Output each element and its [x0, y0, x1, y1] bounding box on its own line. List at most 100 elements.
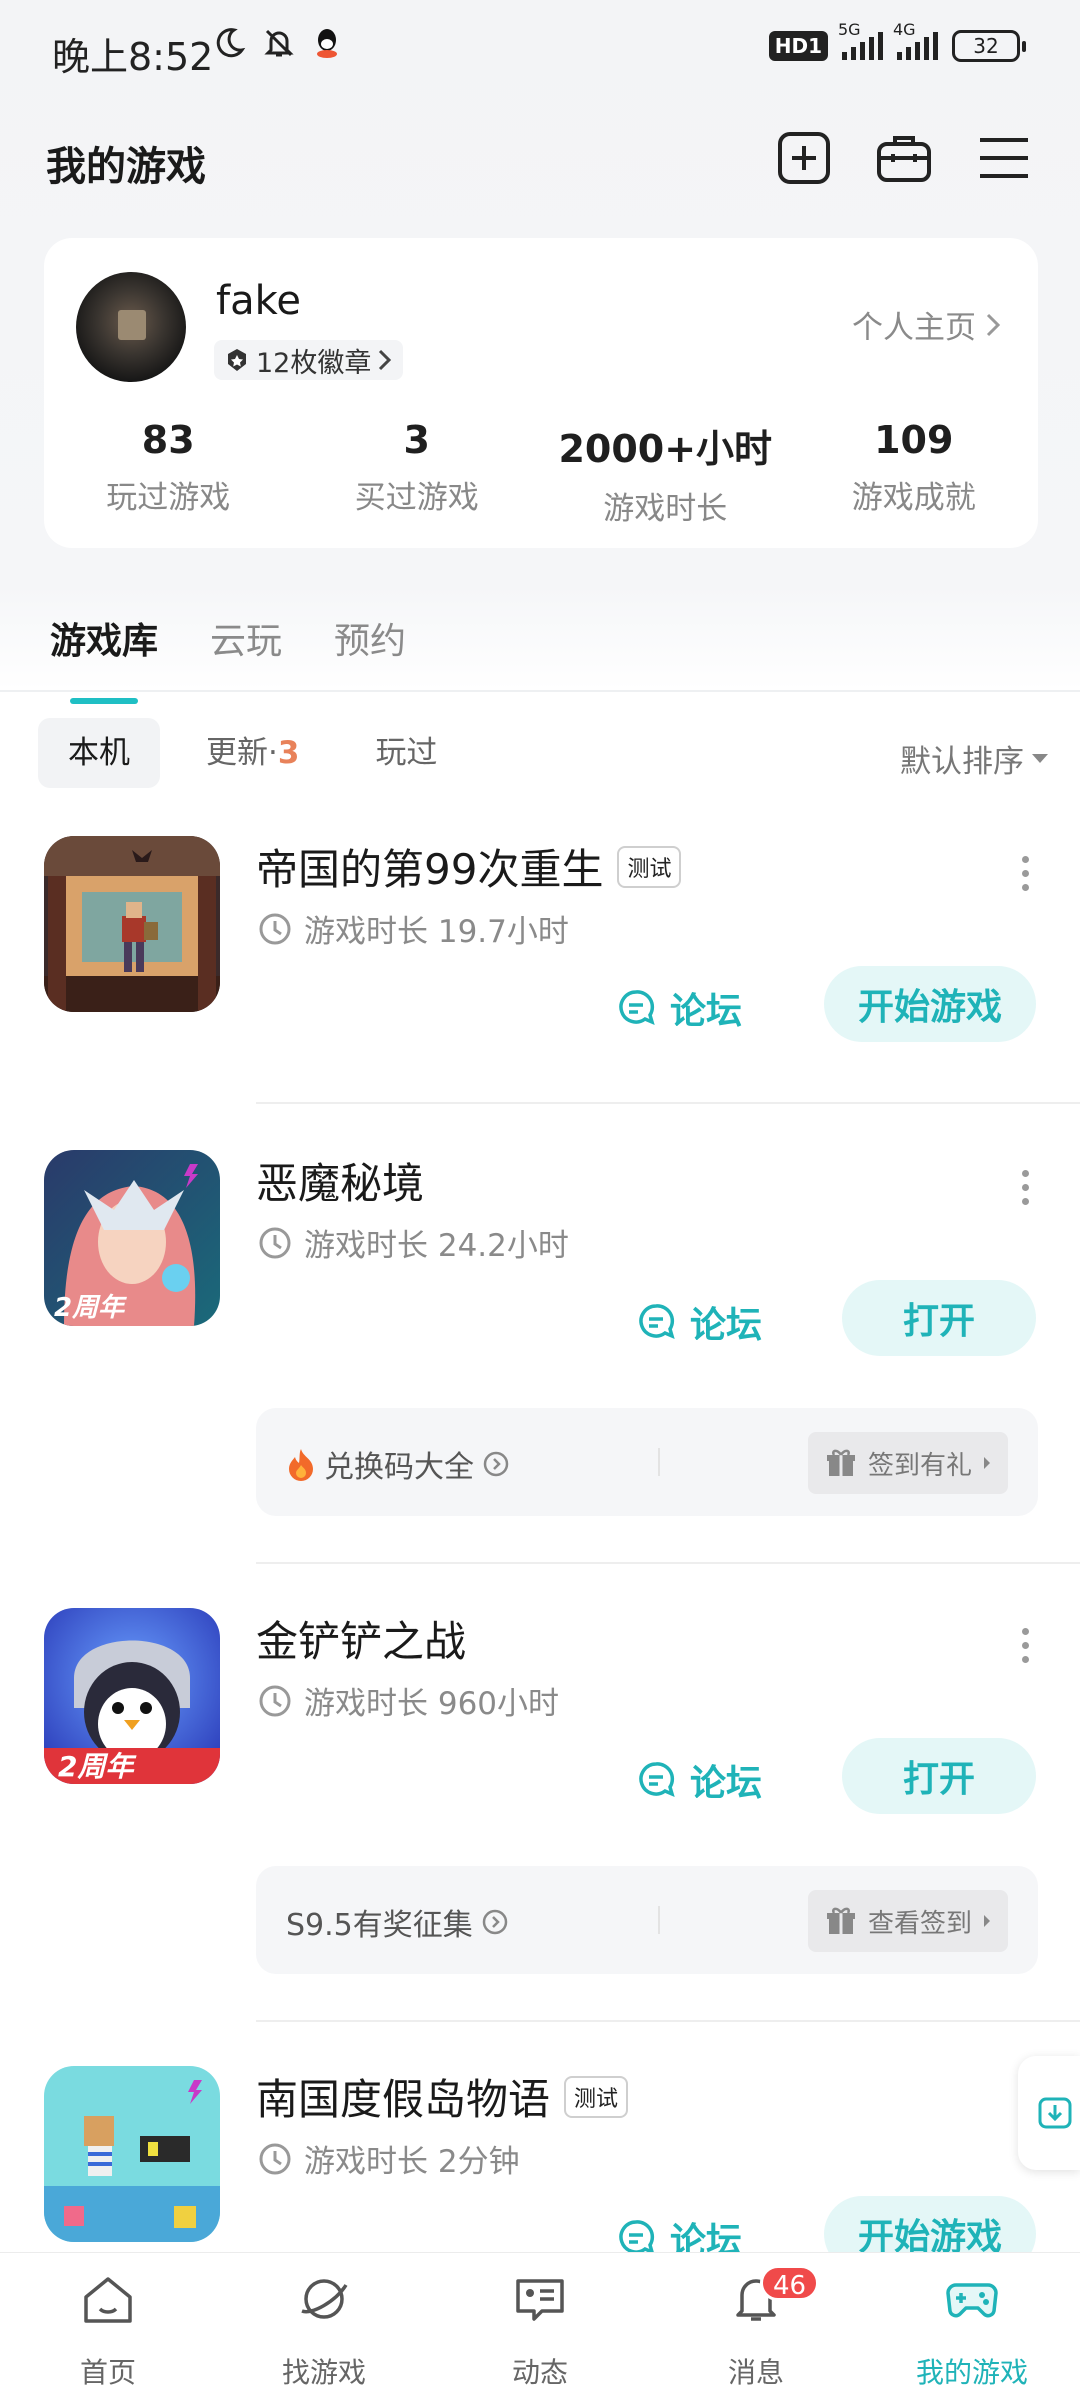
signal-4g-icon: 4G: [893, 20, 938, 60]
profile-home-link[interactable]: 个人主页: [852, 302, 1002, 347]
badges-count: 12枚徽章: [256, 347, 372, 379]
stat-purchased[interactable]: 3 买过游戏: [293, 418, 542, 528]
clock-icon: [259, 2143, 291, 2174]
open-game-button[interactable]: 打开: [842, 1280, 1036, 1356]
test-tag: 测试: [564, 2075, 629, 2118]
clock: 晚上8:52: [52, 35, 214, 79]
game-icon[interactable]: [44, 2066, 220, 2242]
more-options-icon[interactable]: [1020, 856, 1030, 891]
forum-button[interactable]: 论坛: [616, 2212, 742, 2252]
nav-home[interactable]: 首页: [0, 2253, 216, 2400]
game-title[interactable]: 金铲铲之战: [256, 1608, 466, 1669]
gamepad-icon: [946, 2283, 998, 2318]
clock-icon: [259, 1685, 291, 1716]
home-icon: [84, 2277, 132, 2323]
nav-feed[interactable]: 动态: [432, 2253, 648, 2400]
stat-played[interactable]: 83 玩过游戏: [44, 418, 293, 528]
checkin-gift-button[interactable]: 签到有礼: [807, 1432, 1008, 1494]
tab-reservations[interactable]: 预约: [334, 612, 406, 664]
bell-muted-icon: [264, 29, 294, 57]
fire-icon: [289, 1449, 313, 1481]
test-tag: 测试: [617, 845, 682, 888]
divider: [0, 690, 1080, 692]
contest-link[interactable]: S9.5有奖征集: [286, 1900, 509, 1944]
filter-chips: 本机 更新·3 玩过: [38, 718, 467, 788]
avatar[interactable]: [76, 272, 186, 382]
username[interactable]: fake: [216, 278, 301, 324]
filter-played[interactable]: 玩过: [345, 718, 467, 788]
game-row: 南国度假岛物语 测试 游戏时长 2分钟 论坛 开始游戏: [0, 2066, 1080, 2252]
pixel-knight-art: [44, 836, 220, 1012]
feed-icon: [516, 2279, 564, 2321]
game-title[interactable]: 帝国的第99次重生 测试: [256, 836, 682, 897]
messages-badge: 46: [760, 2265, 820, 2301]
view-checkin-button[interactable]: 查看签到: [807, 1890, 1008, 1952]
more-options-icon[interactable]: [1020, 1628, 1030, 1663]
game-title[interactable]: 恶魔秘境: [256, 1150, 424, 1211]
menu-icon[interactable]: [976, 130, 1032, 186]
forum-button[interactable]: 论坛: [616, 982, 742, 1034]
forum-button[interactable]: 论坛: [636, 1754, 762, 1806]
start-game-button[interactable]: 开始游戏: [824, 966, 1036, 1042]
planet-icon: [301, 2279, 348, 2319]
floating-download-button[interactable]: [1018, 2056, 1080, 2170]
forum-button[interactable]: 论坛: [636, 1296, 762, 1348]
chevron-right-icon: [379, 349, 392, 371]
chevron-right-icon: [986, 313, 1001, 336]
badges-link[interactable]: 12枚徽章: [214, 340, 404, 380]
bottom-navigation: 首页 找游戏 动态 46 消息 我的游戏: [0, 2252, 1080, 2400]
forum-icon: [619, 2220, 655, 2252]
caret-right-icon: [984, 1915, 990, 1927]
page-title: 我的游戏: [46, 144, 206, 190]
demon-realm-art: 2周年: [44, 1150, 220, 1326]
more-options-icon[interactable]: [1020, 1170, 1030, 1205]
tab-library[interactable]: 游戏库: [50, 612, 158, 704]
moon-icon: [216, 28, 246, 58]
game-icon[interactable]: [44, 836, 220, 1012]
nav-discover[interactable]: 找游戏: [216, 2253, 432, 2400]
arrow-circle-icon: [483, 1451, 509, 1477]
open-game-button[interactable]: 打开: [842, 1738, 1036, 1814]
playtime: 游戏时长 24.2小时: [258, 1220, 569, 1265]
filter-updates[interactable]: 更新·3: [176, 718, 329, 788]
svg-text:2周年: 2周年: [58, 1750, 137, 1783]
hd-indicator: HD1: [768, 31, 828, 61]
sort-dropdown[interactable]: 默认排序: [900, 736, 1048, 781]
toolbox-icon[interactable]: [876, 130, 932, 186]
promo-bar: S9.5有奖征集 查看签到: [256, 1866, 1038, 1974]
stat-playtime[interactable]: 2000+小时 游戏时长: [541, 418, 790, 528]
update-count: 3: [277, 735, 300, 771]
profile-stats: 83 玩过游戏 3 买过游戏 2000+小时 游戏时长 109 游戏成就: [44, 418, 1038, 528]
qq-icon: [317, 29, 337, 58]
clock-icon: [259, 1227, 291, 1258]
download-icon: [1038, 2097, 1072, 2129]
game-icon[interactable]: 2周年: [44, 1608, 220, 1784]
add-icon[interactable]: [776, 130, 832, 186]
game-icon[interactable]: 2周年: [44, 1150, 220, 1326]
nav-my-games[interactable]: 我的游戏: [864, 2253, 1080, 2400]
battery-icon: 32: [952, 30, 1026, 62]
redeem-codes-link[interactable]: 兑换码大全: [286, 1442, 510, 1486]
promo-bar: 兑换码大全 签到有礼: [256, 1408, 1038, 1516]
island-resort-art: [44, 2066, 220, 2242]
arrow-circle-icon: [482, 1909, 508, 1935]
forum-icon: [639, 1304, 675, 1340]
start-game-button[interactable]: 开始游戏: [824, 2196, 1036, 2252]
golden-spatula-art: 2周年: [44, 1608, 220, 1784]
svg-text:2周年: 2周年: [54, 1293, 127, 1323]
signal-5g-icon: 5G: [838, 20, 883, 60]
game-title[interactable]: 南国度假岛物语 测试: [256, 2066, 629, 2127]
gift-icon: [826, 1907, 855, 1934]
filter-local[interactable]: 本机: [38, 718, 160, 788]
stat-achievements[interactable]: 109 游戏成就: [790, 418, 1039, 528]
medal-icon: [228, 349, 246, 371]
clock-icon: [259, 913, 291, 944]
playtime: 游戏时长 2分钟: [258, 2136, 520, 2181]
playtime: 游戏时长 960小时: [258, 1678, 559, 1723]
forum-icon: [619, 990, 655, 1026]
nav-messages[interactable]: 46 消息: [648, 2253, 864, 2400]
caret-down-icon: [1032, 754, 1048, 763]
tab-cloud-play[interactable]: 云玩: [210, 612, 282, 664]
caret-right-icon: [984, 1457, 990, 1469]
gift-icon: [826, 1449, 855, 1476]
